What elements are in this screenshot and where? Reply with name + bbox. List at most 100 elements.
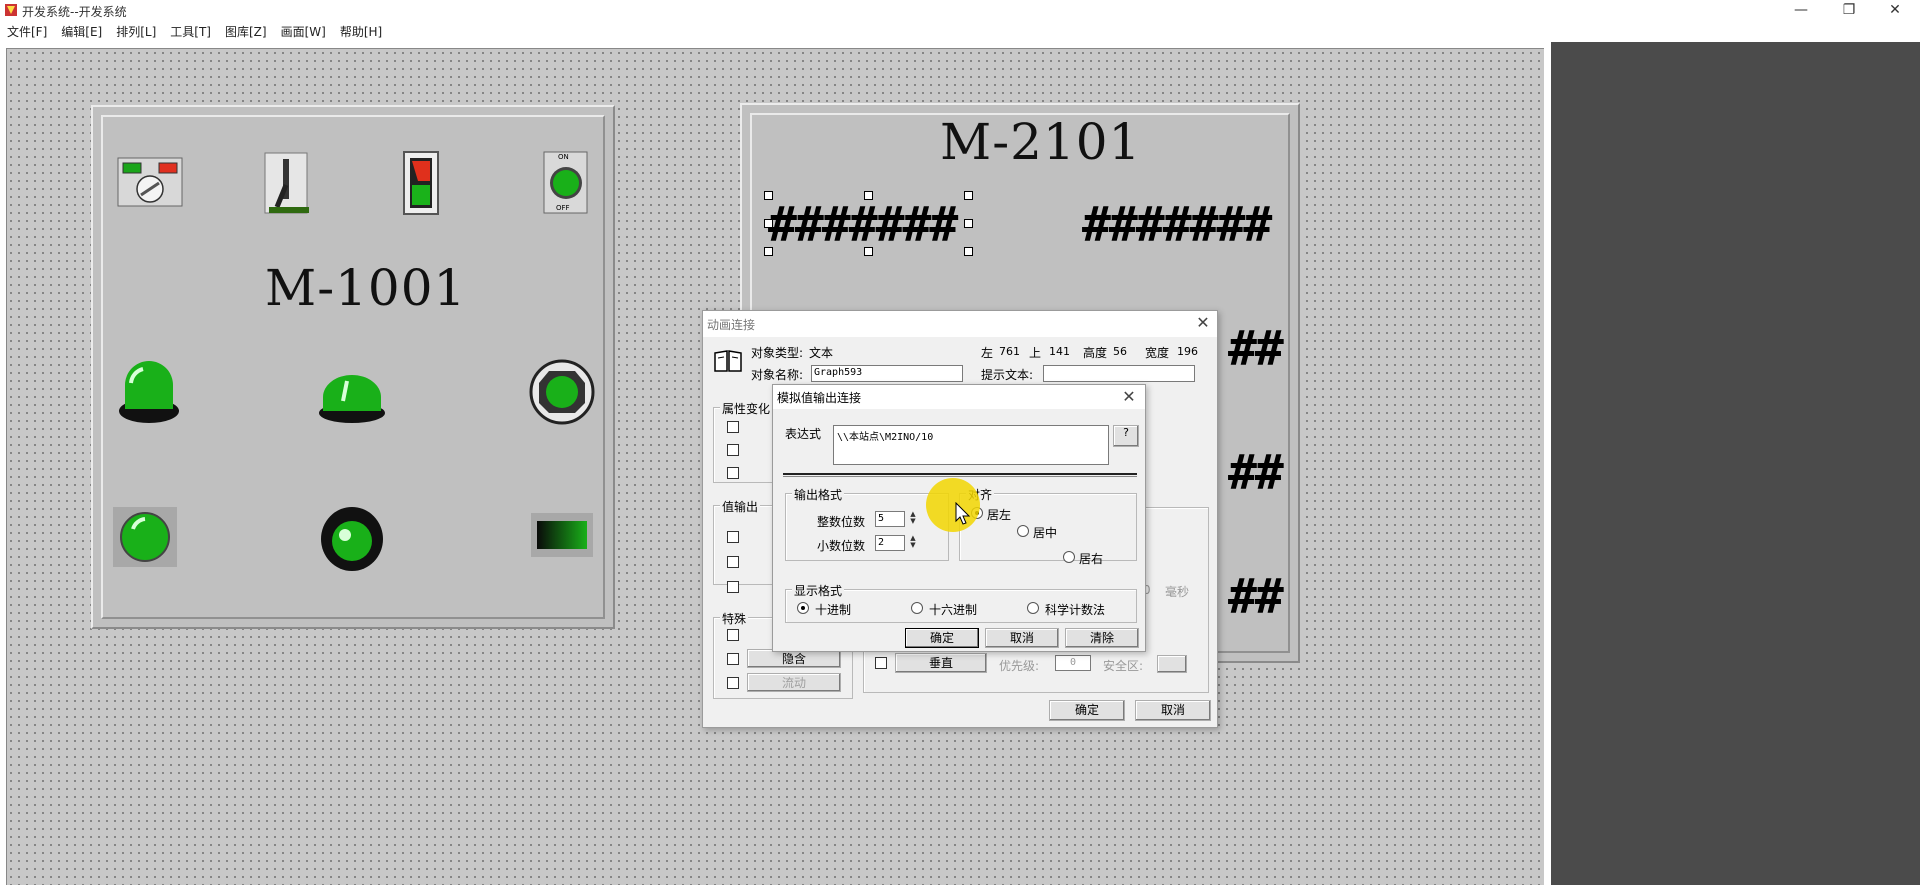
dialog-title-bar[interactable]: 模拟值输出连接 ✕	[773, 385, 1145, 409]
ok-button[interactable]: 确定	[905, 628, 979, 648]
menu-file[interactable]: 文件[F]	[0, 22, 54, 42]
minimize-button[interactable]: —	[1778, 0, 1824, 22]
format-hex-radio[interactable]	[911, 602, 923, 614]
panel-m1001[interactable]: ON OFF M-1001	[91, 105, 615, 629]
cancel-button[interactable]: 取消	[1135, 700, 1211, 721]
special-checkbox-1[interactable]	[727, 629, 739, 641]
format-scientific-radio[interactable]	[1027, 602, 1039, 614]
attribute-change-title: 属性变化	[720, 400, 773, 417]
priority-field[interactable]: 0	[1055, 655, 1091, 671]
align-center-radio[interactable]	[1017, 525, 1029, 537]
mouse-pointer-icon	[955, 502, 971, 525]
attribute-checkbox-3[interactable]	[727, 467, 739, 479]
value-output-checkbox-3[interactable]	[727, 581, 739, 593]
vertical-button[interactable]: 垂直	[895, 653, 987, 673]
separator	[783, 473, 1137, 477]
special-title: 特殊	[720, 610, 749, 627]
panel-m1001-label: M-1001	[265, 259, 467, 317]
on-off-button[interactable]: ON OFF	[543, 151, 589, 215]
close-icon[interactable]: ✕	[1191, 313, 1215, 333]
int-digits-spinner[interactable]: ▲ ▼	[907, 511, 919, 527]
attribute-checkbox-1[interactable]	[727, 421, 739, 433]
left-label: 左	[981, 346, 994, 360]
height-value: 56	[1113, 345, 1127, 358]
menu-edit[interactable]: 编辑[E]	[54, 22, 109, 42]
resize-handle[interactable]	[764, 219, 773, 228]
text-object[interactable]: ##	[1228, 445, 1284, 501]
align-left-label: 居左	[987, 508, 1012, 522]
vertical-checkbox[interactable]	[875, 657, 887, 669]
align-right-label: 居右	[1079, 552, 1104, 566]
object-type-label: 对象类型:	[751, 346, 804, 360]
format-decimal-radio[interactable]	[797, 602, 809, 614]
resize-handle[interactable]	[764, 247, 773, 256]
app-icon	[5, 4, 17, 16]
hide-checkbox[interactable]	[727, 653, 739, 665]
round-indicator-icon[interactable]	[529, 359, 595, 425]
output-format-title: 输出格式	[792, 486, 845, 503]
resize-handle[interactable]	[764, 191, 773, 200]
canvas-gutter	[1544, 42, 1551, 885]
on-label: ON	[558, 153, 569, 161]
dec-digits-spinner[interactable]: ▲ ▼	[907, 535, 919, 551]
dome-lamp-icon[interactable]	[317, 369, 387, 427]
value-output-checkbox-2[interactable]	[727, 556, 739, 568]
resize-handle[interactable]	[864, 247, 873, 256]
hint-text-label: 提示文本:	[981, 368, 1034, 382]
text-object[interactable]: #######	[1082, 197, 1272, 253]
object-type-value: 文本	[809, 346, 834, 360]
selector-switch-icon[interactable]	[117, 157, 183, 207]
expression-label: 表达式	[785, 427, 822, 441]
expression-help-button[interactable]: ?	[1113, 425, 1139, 447]
cancel-button[interactable]: 取消	[985, 628, 1059, 648]
width-label: 宽度	[1145, 346, 1170, 360]
attribute-checkbox-2[interactable]	[727, 444, 739, 456]
rocker-switch-icon[interactable]	[403, 151, 441, 217]
int-digits-field[interactable]: 5	[875, 511, 905, 527]
resize-handle[interactable]	[864, 191, 873, 200]
hint-text-field[interactable]	[1043, 365, 1195, 382]
close-button[interactable]: ✕	[1872, 0, 1918, 22]
dialog-title: 动画连接	[707, 318, 756, 332]
restore-button[interactable]: ❐	[1826, 0, 1872, 22]
cursor-highlight	[926, 478, 980, 532]
text-object[interactable]: ##	[1228, 321, 1284, 377]
resize-handle[interactable]	[964, 247, 973, 256]
flow-checkbox[interactable]	[727, 677, 739, 689]
menu-tools[interactable]: 工具[T]	[163, 22, 218, 42]
security-button[interactable]	[1157, 655, 1187, 673]
ok-button[interactable]: 确定	[1049, 700, 1125, 721]
pilot-lamp-icon[interactable]	[117, 357, 181, 427]
workspace-background	[1551, 42, 1920, 885]
align-right-radio[interactable]	[1063, 551, 1075, 563]
object-name-label: 对象名称:	[751, 368, 804, 382]
resize-handle[interactable]	[964, 191, 973, 200]
dialog-title-bar[interactable]: 动画连接 ✕	[703, 311, 1217, 337]
selected-text-object[interactable]: #######	[768, 197, 958, 253]
menu-help[interactable]: 帮助[H]	[333, 22, 389, 42]
led-lamp-icon[interactable]	[319, 503, 385, 573]
text-object[interactable]: ##	[1228, 569, 1284, 625]
dec-digits-field[interactable]: 2	[875, 535, 905, 551]
resize-handle[interactable]	[964, 219, 973, 228]
menu-screen[interactable]: 画面[W]	[274, 22, 333, 42]
format-scientific-label: 科学计数法	[1045, 603, 1106, 617]
menu-gallery[interactable]: 图库[Z]	[218, 22, 274, 42]
value-output-checkbox-1[interactable]	[727, 531, 739, 543]
output-format-group: 输出格式	[785, 486, 949, 561]
expression-field[interactable]: \\本站点\M2INO/10	[833, 425, 1109, 465]
format-hex-label: 十六进制	[929, 603, 978, 617]
value-output-title: 值输出	[720, 498, 761, 515]
flow-button[interactable]: 流动	[747, 673, 841, 692]
square-lamp-icon[interactable]	[113, 507, 177, 567]
gradient-indicator-icon[interactable]	[531, 513, 593, 557]
menu-arrange[interactable]: 排列[L]	[109, 22, 163, 42]
priority-label: 优先级:	[999, 659, 1040, 673]
clear-button[interactable]: 清除	[1065, 628, 1139, 648]
close-icon[interactable]: ✕	[1117, 387, 1141, 407]
display-format-title: 显示格式	[792, 582, 845, 599]
knife-switch-icon[interactable]	[263, 151, 313, 217]
object-name-field[interactable]: Graph593	[811, 365, 963, 382]
top-label: 上	[1029, 346, 1042, 360]
title-bar: 开发系统--开发系统 — ❐ ✕	[0, 0, 1920, 22]
